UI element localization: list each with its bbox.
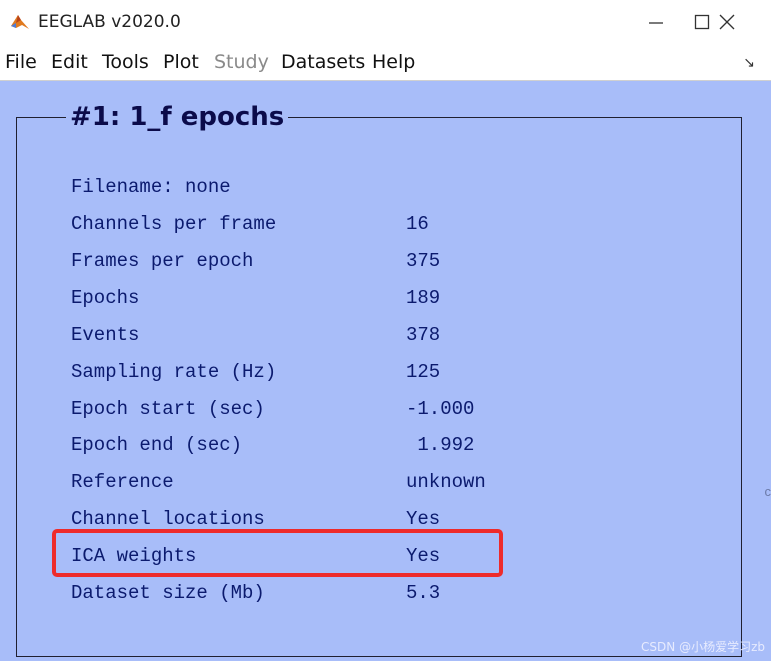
menu-help[interactable]: Help [372,51,415,73]
close-button[interactable] [704,6,750,38]
menu-plot[interactable]: Plot [163,51,199,73]
row-label: Channels per frame [71,213,277,235]
row-value: unknown [406,471,486,493]
menu-bar: File Edit Tools Plot Study Datasets Help… [0,44,771,81]
row-label: Sampling rate (Hz) [71,361,277,383]
minimize-button[interactable] [633,6,679,38]
dataset-title: #1: 1_f epochs [66,100,289,134]
row-label: Reference [71,471,174,493]
row-label: Frames per epoch [71,250,254,272]
row-label: Events [71,324,140,346]
window-titlebar: EEGLAB v2020.0 [0,0,771,44]
info-row-channels: Channels per frame 16 [0,213,700,237]
row-label: Dataset size (Mb) [71,582,265,604]
close-icon [719,14,735,30]
row-value: 16 [406,213,429,235]
info-row-epoch-end: Epoch end (sec) 1.992 [0,434,700,458]
minimize-icon [649,22,663,24]
row-value: -1.000 [406,398,475,420]
window-title: EEGLAB v2020.0 [38,12,181,32]
info-row-frames: Frames per epoch 375 [0,250,700,274]
menu-tools[interactable]: Tools [102,51,149,73]
menu-datasets[interactable]: Datasets [281,51,365,73]
watermark: CSDN @小杨爱学习zb [641,640,765,654]
row-label: Filename: none [71,176,231,198]
info-row-filename: Filename: none [0,176,700,200]
menu-edit[interactable]: Edit [51,51,88,73]
dock-arrow-icon[interactable]: ↘ [743,54,755,71]
row-label: Epoch end (sec) [71,434,243,456]
row-label: Epoch start (sec) [71,398,265,420]
edge-fragment: c [764,484,771,499]
row-value: 378 [406,324,441,346]
row-value: Yes [406,508,441,530]
row-label: Channel locations [71,508,265,530]
menu-file[interactable]: File [5,51,37,73]
info-row-dataset-size: Dataset size (Mb) 5.3 [0,582,700,606]
row-value: 125 [406,361,441,383]
matlab-icon [11,15,29,29]
row-value: 1.992 [406,434,475,456]
ica-weights-highlight-box [52,529,503,577]
row-value: 5.3 [406,582,441,604]
info-row-sampling-rate: Sampling rate (Hz) 125 [0,361,700,385]
row-value: 375 [406,250,441,272]
info-row-epochs: Epochs 189 [0,287,700,311]
info-row-reference: Reference unknown [0,471,700,495]
menu-study: Study [214,51,269,73]
info-row-events: Events 378 [0,324,700,348]
info-row-epoch-start: Epoch start (sec) -1.000 [0,398,700,422]
row-value: 189 [406,287,441,309]
row-label: Epochs [71,287,140,309]
